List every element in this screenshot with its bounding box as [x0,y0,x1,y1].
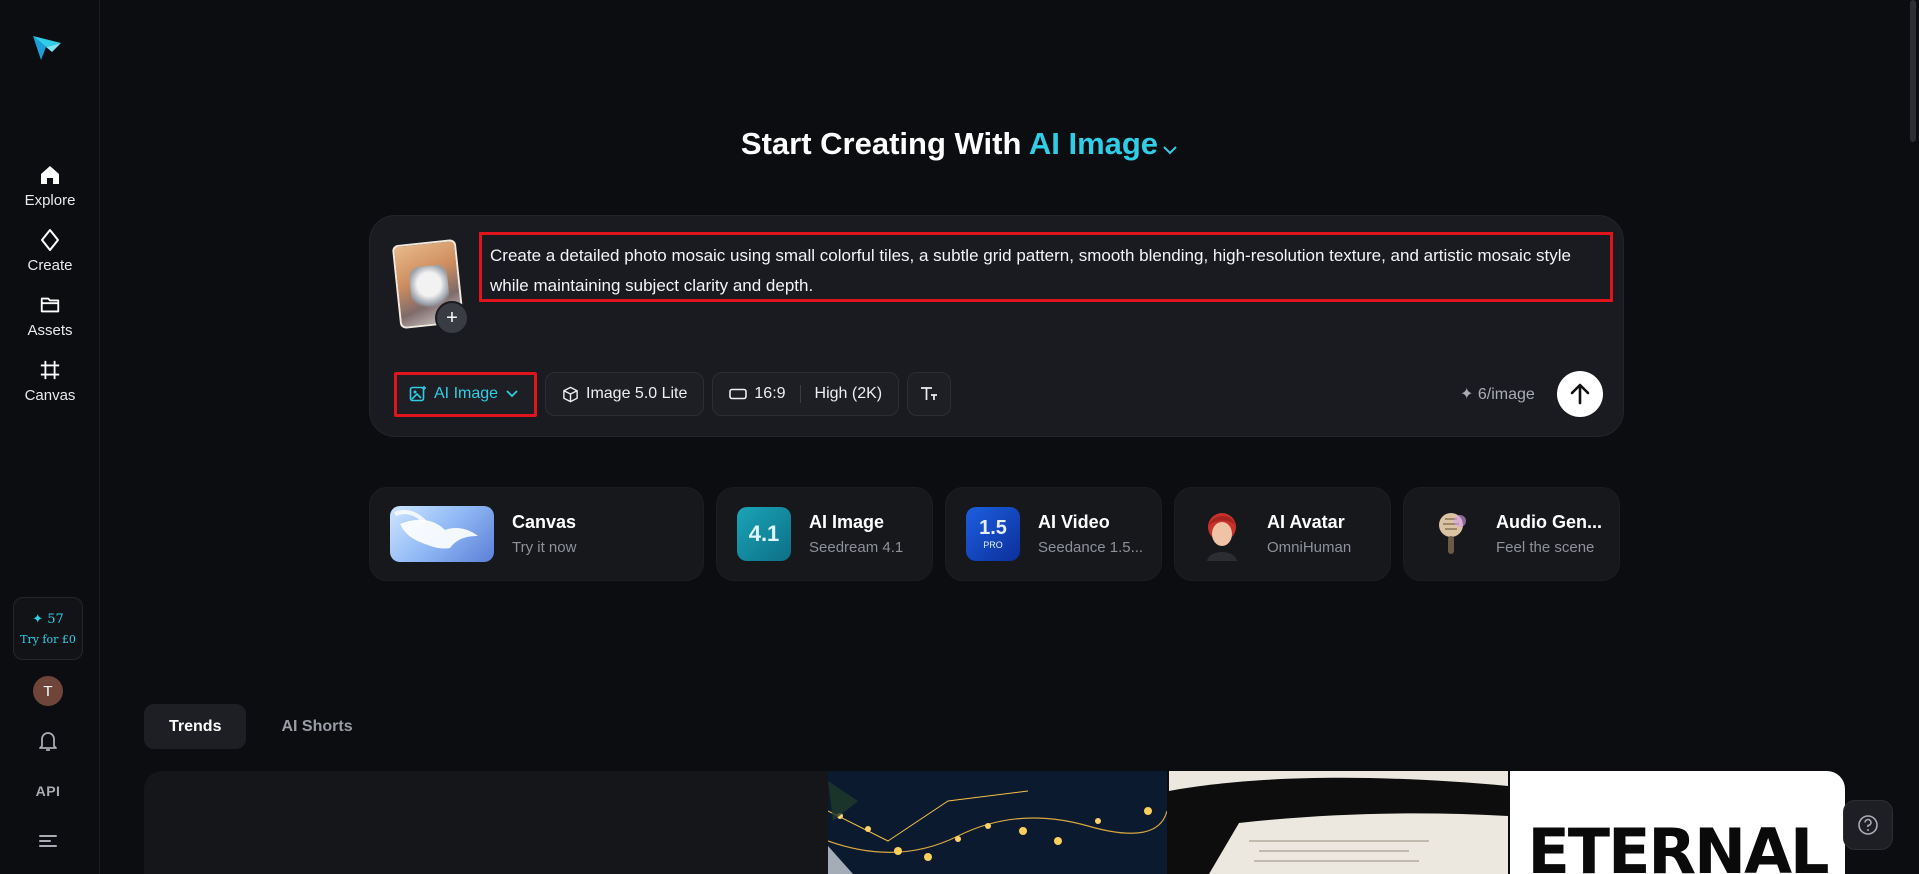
avatar-character-image [1195,507,1249,561]
model-selector[interactable]: Image 5.0 Lite [545,372,705,416]
credits-box[interactable]: ✦ 57 Try for £0 [13,597,83,660]
sidebar-item-label: Explore [24,192,76,209]
home-icon [37,162,63,188]
arrow-up-icon [1570,383,1590,405]
microphone-image [1424,507,1478,561]
card-subtitle: Seedance 1.5... [1038,539,1144,556]
feature-cards: Canvas Try it now 4.1 AI Image Seedream … [369,487,1632,581]
mode-dropdown[interactable]: AI Image [394,371,537,417]
logo-icon[interactable] [30,30,64,64]
submit-button[interactable] [1557,371,1603,417]
menu-icon[interactable] [34,829,62,853]
scrollbar-thumb[interactable] [1910,0,1916,142]
pegasus-image [390,506,494,562]
scrollbar[interactable] [1907,0,1919,874]
folder-icon [37,292,63,318]
mode-label: AI Image [434,385,499,402]
card-subtitle: Try it now [512,539,577,556]
card-title: AI Image [809,512,885,532]
gallery-item-ink[interactable] [1169,771,1508,874]
card-ai-video[interactable]: 1.5 PRO AI Video Seedance 1.5... [945,487,1162,581]
gallery-item-lights[interactable] [828,771,1167,874]
cost-per-image: ✦ 6/image [1460,386,1535,403]
page-title: Start Creating With AI Image [0,126,1919,164]
sidebar-item-label: Assets [27,322,73,339]
card-title: AI Video [1038,512,1110,532]
card-canvas[interactable]: Canvas Try it now [369,487,704,581]
seedream-icon: 4.1 [737,507,791,561]
quality-label: High (2K) [814,385,883,402]
chevron-down-icon [506,390,518,398]
avatar[interactable]: T [33,676,63,706]
sparkle-icon [37,227,63,253]
aspect-ratio-icon [729,388,748,400]
ratio-quality-selector[interactable]: 16:9 High (2K) [712,372,900,416]
card-ai-image[interactable]: 4.1 AI Image Seedream 4.1 [716,487,933,581]
sidebar-item-label: Create [27,257,73,274]
title-accent: AI Image [1028,126,1159,161]
card-ai-avatar[interactable]: AI Avatar OmniHuman [1174,487,1391,581]
prompt-composer: + Create a detailed photo mosaic using s… [369,215,1624,437]
card-badge: 4.1 [748,521,780,546]
card-subtitle: OmniHuman [1267,539,1352,556]
prompt-input[interactable]: Create a detailed photo mosaic using sma… [479,232,1613,302]
sidebar-item-assets[interactable]: Assets [0,292,100,348]
api-label: API [35,783,61,799]
text-style-button[interactable] [907,372,952,416]
eternal-text: ETERNAL [1527,815,1829,874]
crop-frame-icon [37,357,63,383]
card-subtitle: Feel the scene [1496,539,1595,556]
add-reference-button[interactable]: + [435,301,469,335]
seedance-icon: 1.5 PRO [966,507,1020,561]
model-label: Image 5.0 Lite [586,385,688,402]
card-title: Audio Gen... [1496,512,1602,532]
sidebar-item-canvas[interactable]: Canvas [0,357,100,413]
text-format-icon [921,387,938,400]
credits-amount: ✦ 57 [32,611,64,627]
card-badge: 1.5 [979,517,1007,539]
gallery-item-placeholder[interactable] [144,771,828,874]
trends-gallery: ETERNAL [144,771,1845,874]
composer-toolbar: AI Image Image 5.0 Lite 16:9 High (2K) [394,371,959,417]
gallery-item-eternal[interactable]: ETERNAL [1510,771,1845,874]
card-title: AI Avatar [1267,512,1345,532]
sidebar-item-create[interactable]: Create [0,227,100,283]
cube-icon [563,386,578,402]
help-button[interactable] [1843,800,1893,850]
card-title: Canvas [512,512,577,532]
chevron-down-icon [1162,128,1178,164]
divider [799,385,801,403]
pro-badge: PRO [983,540,1003,550]
tab-trends[interactable]: Trends [144,704,247,749]
ratio-label: 16:9 [754,385,786,402]
question-icon [1858,815,1878,835]
mode-switcher[interactable]: AI Image [1029,126,1178,161]
card-audio-gen[interactable]: Audio Gen... Feel the scene [1403,487,1620,581]
try-free-link[interactable]: Try for £0 [20,633,76,646]
content-tabs: Trends AI Shorts [144,704,378,749]
tab-ai-shorts[interactable]: AI Shorts [256,704,377,749]
title-prefix: Start Creating With [740,126,1022,161]
api-link[interactable]: API [34,779,62,803]
sidebar-item-explore[interactable]: Explore [0,162,100,218]
card-subtitle: Seedream 4.1 [809,539,904,556]
bell-icon[interactable] [34,729,62,753]
sidebar-item-label: Canvas [24,387,76,404]
image-gen-icon [409,386,426,402]
